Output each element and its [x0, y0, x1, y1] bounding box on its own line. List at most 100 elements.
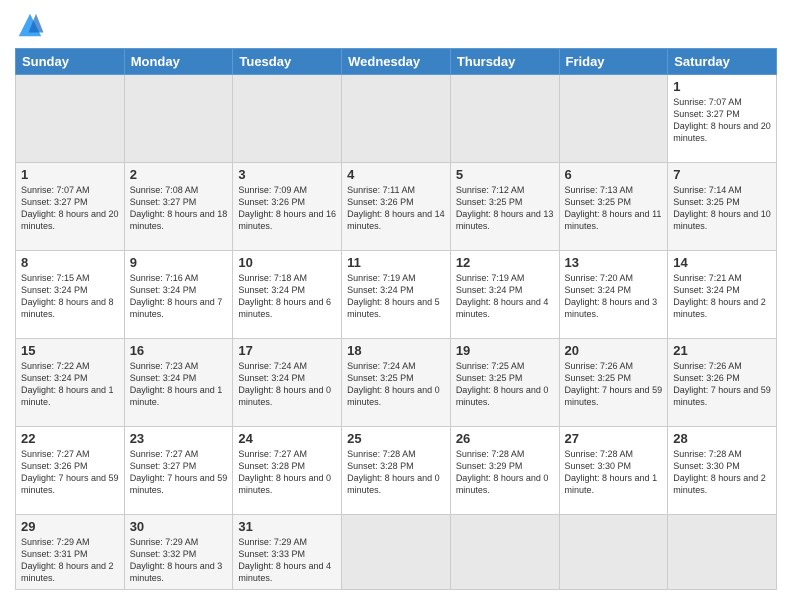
weekday-header-friday: Friday [559, 49, 668, 75]
day-info: Sunrise: 7:19 AMSunset: 3:24 PMDaylight:… [347, 272, 445, 321]
day-info: Sunrise: 7:26 AMSunset: 3:25 PMDaylight:… [565, 360, 663, 409]
day-info: Sunrise: 7:28 AMSunset: 3:30 PMDaylight:… [565, 448, 663, 497]
day-info: Sunrise: 7:14 AMSunset: 3:25 PMDaylight:… [673, 184, 771, 233]
day-number: 7 [673, 167, 771, 182]
day-info: Sunrise: 7:27 AMSunset: 3:28 PMDaylight:… [238, 448, 336, 497]
day-info: Sunrise: 7:27 AMSunset: 3:26 PMDaylight:… [21, 448, 119, 497]
day-info: Sunrise: 7:20 AMSunset: 3:24 PMDaylight:… [565, 272, 663, 321]
calendar-cell: 4 Sunrise: 7:11 AMSunset: 3:26 PMDaylight… [342, 163, 451, 251]
day-number: 25 [347, 431, 445, 446]
weekday-header-monday: Monday [124, 49, 233, 75]
day-number: 27 [565, 431, 663, 446]
day-info: Sunrise: 7:29 AMSunset: 3:32 PMDaylight:… [130, 536, 228, 585]
day-number: 9 [130, 255, 228, 270]
calendar-cell: 7 Sunrise: 7:14 AMSunset: 3:25 PMDaylight… [668, 163, 777, 251]
day-number: 13 [565, 255, 663, 270]
calendar-cell: 27 Sunrise: 7:28 AMSunset: 3:30 PMDayligh… [559, 427, 668, 515]
day-info: Sunrise: 7:28 AMSunset: 3:30 PMDaylight:… [673, 448, 771, 497]
calendar-cell: 11Sunrise: 7:19 AMSunset: 3:24 PMDayligh… [342, 251, 451, 339]
header [15, 10, 777, 40]
calendar-cell [342, 515, 451, 590]
logo-icon [15, 10, 45, 40]
day-number: 21 [673, 343, 771, 358]
day-number: 14 [673, 255, 771, 270]
calendar-cell: 24Sunrise: 7:27 AMSunset: 3:28 PMDayligh… [233, 427, 342, 515]
calendar-week-1: 1Sunrise: 7:07 AMSunset: 3:27 PMDaylight… [16, 163, 777, 251]
day-info: Sunrise: 7:27 AMSunset: 3:27 PMDaylight:… [130, 448, 228, 497]
day-info: Sunrise: 7:16 AMSunset: 3:24 PMDaylight:… [130, 272, 228, 321]
day-number: 12 [456, 255, 554, 270]
day-number: 6 [565, 167, 663, 182]
calendar-cell: 30 Sunrise: 7:29 AMSunset: 3:32 PMDayligh… [124, 515, 233, 590]
calendar-week-5: 29 Sunrise: 7:29 AMSunset: 3:31 PMDayligh… [16, 515, 777, 590]
calendar-cell: 6Sunrise: 7:13 AMSunset: 3:25 PMDaylight… [559, 163, 668, 251]
calendar-cell: 17Sunrise: 7:24 AMSunset: 3:24 PMDayligh… [233, 339, 342, 427]
logo [15, 10, 49, 40]
calendar-header: SundayMondayTuesdayWednesdayThursdayFrid… [16, 49, 777, 75]
calendar-cell: 31 Sunrise: 7:29 AMSunset: 3:33 PMDayligh… [233, 515, 342, 590]
day-number: 31 [238, 519, 336, 534]
calendar-cell: 10 Sunrise: 7:18 AMSunset: 3:24 PMDayligh… [233, 251, 342, 339]
day-info: Sunrise: 7:07 AMSunset: 3:27 PMDaylight:… [21, 184, 119, 233]
day-number: 1 [673, 79, 771, 94]
calendar-cell: 5Sunrise: 7:12 AMSunset: 3:25 PMDaylight… [450, 163, 559, 251]
calendar-cell: 19 Sunrise: 7:25 AMSunset: 3:25 PMDayligh… [450, 339, 559, 427]
day-number: 17 [238, 343, 336, 358]
day-info: Sunrise: 7:09 AMSunset: 3:26 PMDaylight:… [238, 184, 336, 233]
day-info: Sunrise: 7:25 AMSunset: 3:25 PMDaylight:… [456, 360, 554, 409]
day-info: Sunrise: 7:29 AMSunset: 3:33 PMDaylight:… [238, 536, 336, 585]
day-number: 18 [347, 343, 445, 358]
weekday-header-wednesday: Wednesday [342, 49, 451, 75]
day-number: 2 [130, 167, 228, 182]
calendar-cell: 8Sunrise: 7:15 AMSunset: 3:24 PMDaylight… [16, 251, 125, 339]
page: SundayMondayTuesdayWednesdayThursdayFrid… [0, 0, 792, 612]
calendar-cell: 23 Sunrise: 7:27 AMSunset: 3:27 PMDayligh… [124, 427, 233, 515]
calendar-cell: 20 Sunrise: 7:26 AMSunset: 3:25 PMDayligh… [559, 339, 668, 427]
day-number: 4 [347, 167, 445, 182]
calendar-cell [233, 75, 342, 163]
day-info: Sunrise: 7:11 AMSunset: 3:26 PMDaylight:… [347, 184, 445, 233]
calendar-cell: 26 Sunrise: 7:28 AMSunset: 3:29 PMDayligh… [450, 427, 559, 515]
day-number: 26 [456, 431, 554, 446]
calendar-cell: 25Sunrise: 7:28 AMSunset: 3:28 PMDayligh… [342, 427, 451, 515]
calendar-cell: 16Sunrise: 7:23 AMSunset: 3:24 PMDayligh… [124, 339, 233, 427]
calendar-cell: 12Sunrise: 7:19 AMSunset: 3:24 PMDayligh… [450, 251, 559, 339]
day-info: Sunrise: 7:12 AMSunset: 3:25 PMDaylight:… [456, 184, 554, 233]
day-info: Sunrise: 7:18 AMSunset: 3:24 PMDaylight:… [238, 272, 336, 321]
day-info: Sunrise: 7:21 AMSunset: 3:24 PMDaylight:… [673, 272, 771, 321]
calendar-week-0: 1Sunrise: 7:07 AMSunset: 3:27 PMDaylight… [16, 75, 777, 163]
calendar-cell: 1Sunrise: 7:07 AMSunset: 3:27 PMDaylight… [668, 75, 777, 163]
weekday-header-saturday: Saturday [668, 49, 777, 75]
day-info: Sunrise: 7:28 AMSunset: 3:29 PMDaylight:… [456, 448, 554, 497]
day-info: Sunrise: 7:08 AMSunset: 3:27 PMDaylight:… [130, 184, 228, 233]
calendar-cell: 18Sunrise: 7:24 AMSunset: 3:25 PMDayligh… [342, 339, 451, 427]
calendar: SundayMondayTuesdayWednesdayThursdayFrid… [15, 48, 777, 590]
day-number: 29 [21, 519, 119, 534]
day-number: 30 [130, 519, 228, 534]
day-number: 15 [21, 343, 119, 358]
day-number: 3 [238, 167, 336, 182]
calendar-cell: 21Sunrise: 7:26 AMSunset: 3:26 PMDayligh… [668, 339, 777, 427]
day-number: 10 [238, 255, 336, 270]
day-number: 20 [565, 343, 663, 358]
calendar-cell [450, 75, 559, 163]
calendar-week-3: 15Sunrise: 7:22 AMSunset: 3:24 PMDayligh… [16, 339, 777, 427]
day-number: 22 [21, 431, 119, 446]
weekday-row: SundayMondayTuesdayWednesdayThursdayFrid… [16, 49, 777, 75]
day-number: 23 [130, 431, 228, 446]
day-info: Sunrise: 7:15 AMSunset: 3:24 PMDaylight:… [21, 272, 119, 321]
day-number: 19 [456, 343, 554, 358]
calendar-cell [124, 75, 233, 163]
calendar-cell: 9 Sunrise: 7:16 AMSunset: 3:24 PMDaylight… [124, 251, 233, 339]
calendar-cell: 13 Sunrise: 7:20 AMSunset: 3:24 PMDayligh… [559, 251, 668, 339]
calendar-cell: 3 Sunrise: 7:09 AMSunset: 3:26 PMDaylight… [233, 163, 342, 251]
calendar-cell [342, 75, 451, 163]
calendar-cell [450, 515, 559, 590]
weekday-header-tuesday: Tuesday [233, 49, 342, 75]
calendar-cell: 29 Sunrise: 7:29 AMSunset: 3:31 PMDayligh… [16, 515, 125, 590]
day-info: Sunrise: 7:29 AMSunset: 3:31 PMDaylight:… [21, 536, 119, 585]
day-number: 28 [673, 431, 771, 446]
calendar-cell [668, 515, 777, 590]
calendar-cell: 14 Sunrise: 7:21 AMSunset: 3:24 PMDayligh… [668, 251, 777, 339]
calendar-cell [16, 75, 125, 163]
